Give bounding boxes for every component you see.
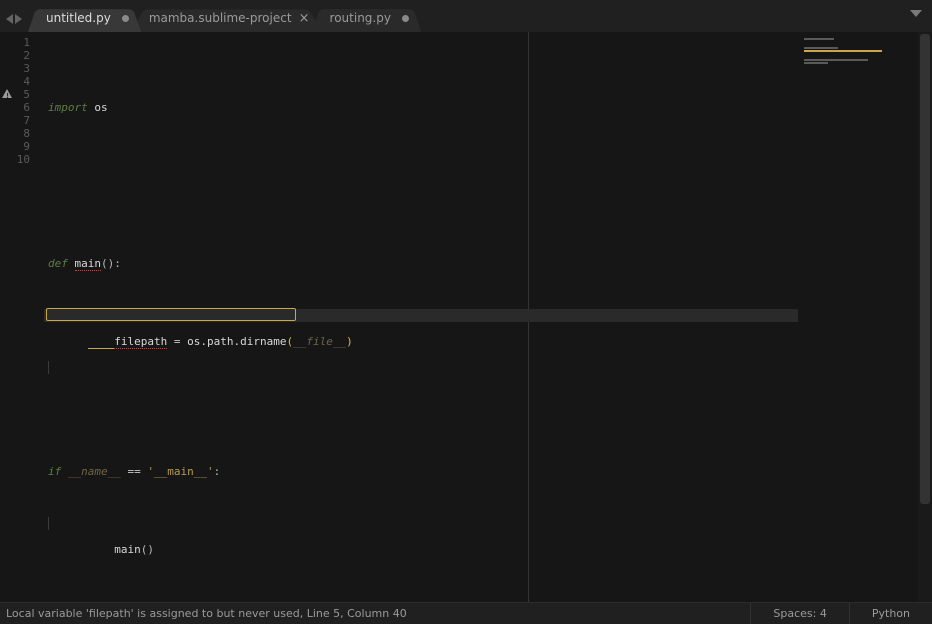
line-number: 8: [0, 127, 30, 140]
code-line: [44, 569, 798, 582]
minimap[interactable]: [798, 32, 918, 602]
keyword: import: [48, 101, 88, 114]
close-icon[interactable]: ×: [299, 12, 310, 25]
variable: filepath: [114, 335, 167, 349]
line-number: 10: [0, 153, 30, 166]
operator: =: [167, 335, 187, 348]
tab-nav-left-icon[interactable]: [6, 14, 13, 24]
indent: [88, 335, 115, 348]
code-line: import os: [44, 101, 798, 114]
gutter[interactable]: 1 2 3 4 5 6 7 8 9 10: [0, 32, 44, 602]
tab-untitled-py[interactable]: untitled.py: [28, 4, 141, 32]
tab-nav-arrows: [4, 14, 28, 32]
dunder: __file__: [293, 335, 346, 348]
lint-highlight: [46, 308, 296, 321]
indent-guide: [48, 361, 49, 374]
line-number: 9: [0, 140, 30, 153]
warning-icon[interactable]: [2, 89, 14, 101]
line-number: 3: [0, 62, 30, 75]
code-line-current: filepath = os.path.dirname(__file__): [44, 309, 798, 322]
line-number: 4: [0, 75, 30, 88]
keyword: if: [48, 465, 61, 478]
vertical-scrollbar[interactable]: [918, 32, 932, 602]
indent: [88, 543, 115, 556]
punctuation: (): [141, 543, 154, 556]
tab-mamba-project[interactable]: mamba.sublime-project ×: [131, 4, 322, 32]
status-indent[interactable]: Spaces: 4: [750, 603, 848, 624]
code-line: [44, 153, 798, 166]
call: os.path.dirname: [187, 335, 286, 348]
call: main: [114, 543, 141, 556]
line-number: 7: [0, 114, 30, 127]
tab-nav-right-icon[interactable]: [15, 14, 22, 24]
code-line: [44, 361, 798, 374]
operator: ==: [121, 465, 148, 478]
line-number: 6: [0, 101, 30, 114]
indent-guide: [48, 517, 49, 530]
editor-area: 1 2 3 4 5 6 7 8 9 10 import os def main(…: [0, 32, 932, 602]
tab-bar: untitled.py mamba.sublime-project × rout…: [0, 0, 932, 32]
code-line: [44, 205, 798, 218]
status-bar: Local variable 'filepath' is assigned to…: [0, 602, 932, 624]
status-message: Local variable 'filepath' is assigned to…: [0, 607, 750, 620]
line-number: 1: [0, 36, 30, 49]
punctuation: :: [114, 257, 121, 270]
punctuation: :: [214, 465, 221, 478]
identifier: os: [94, 101, 107, 114]
function-name: main: [75, 257, 102, 271]
keyword: def: [48, 257, 68, 270]
status-syntax[interactable]: Python: [849, 603, 932, 624]
code-line: [44, 413, 798, 426]
punctuation: (): [101, 257, 114, 270]
code-line: if __name__ == '__main__':: [44, 465, 798, 478]
tab-label: untitled.py: [46, 11, 111, 25]
code-line: main(): [44, 517, 798, 530]
scrollbar-thumb[interactable]: [920, 34, 930, 504]
code-area[interactable]: import os def main(): filepath = os.path…: [44, 32, 798, 602]
line-number: 2: [0, 49, 30, 62]
code-line: def main():: [44, 257, 798, 270]
string: '__main__': [147, 465, 213, 478]
dunder: __name__: [68, 465, 121, 478]
dirty-indicator-icon: [402, 15, 409, 22]
paren-close: ): [346, 335, 353, 348]
tab-overflow-menu-icon[interactable]: [910, 10, 922, 17]
dirty-indicator-icon: [122, 15, 129, 22]
tab-label: routing.py: [330, 11, 391, 25]
tab-label: mamba.sublime-project: [149, 11, 292, 25]
tab-routing-py[interactable]: routing.py: [312, 4, 421, 32]
